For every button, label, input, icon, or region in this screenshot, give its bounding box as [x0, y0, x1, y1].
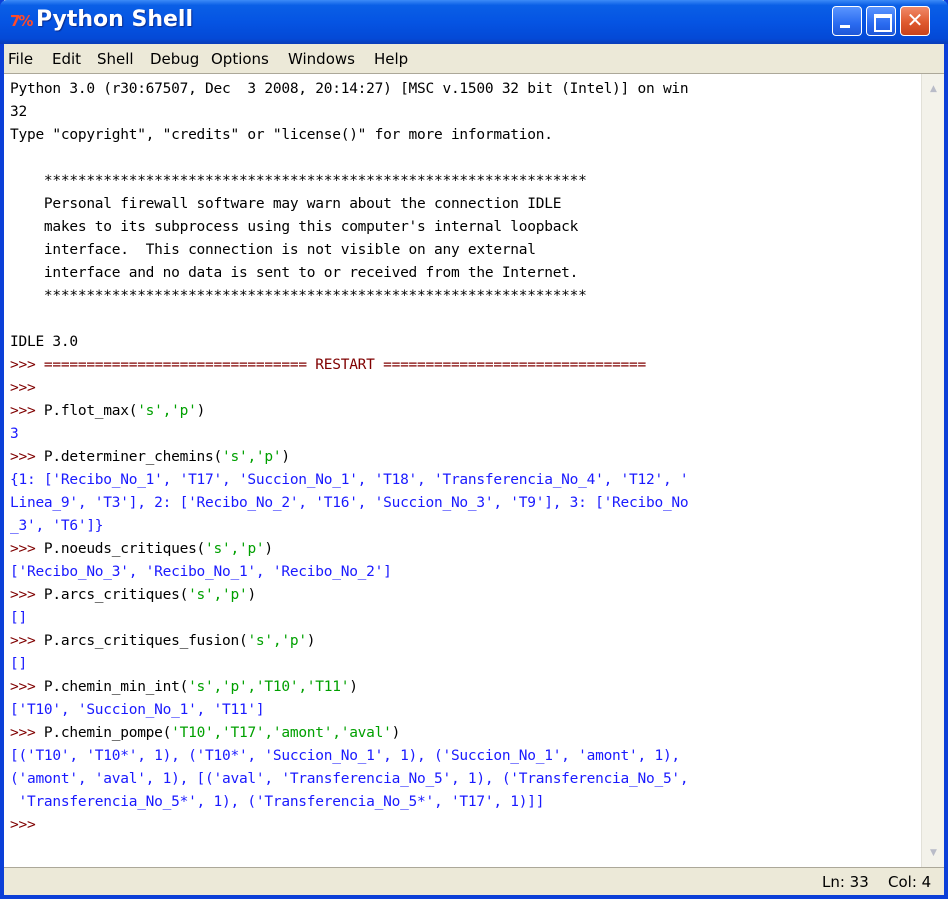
command-args: 's','p': [222, 449, 282, 465]
command-line: >>> P.chemin_min_int('s','p','T10','T11'…: [10, 679, 358, 695]
command-call: P.flot_max(: [43, 403, 138, 419]
command-line: >>> P.chemin_pompe('T10','T17','amont','…: [10, 725, 400, 741]
header-line: 32: [10, 104, 27, 120]
output-line: ('amont', 'aval', 1), [('aval', 'Transfe…: [10, 771, 689, 787]
banner-line: makes to its subprocess using this compu…: [10, 219, 579, 235]
command-line: >>> P.determiner_chemins('s','p'): [10, 449, 290, 465]
command-line: >>> P.noeuds_critiques('s','p'): [10, 541, 273, 557]
current-prompt-line[interactable]: >>>: [10, 817, 44, 833]
command-call: P.noeuds_critiques(: [43, 541, 206, 557]
command-close: ): [306, 633, 316, 649]
command-close: ): [196, 403, 206, 419]
command-args: 's','p','T10','T11': [188, 679, 350, 695]
maximize-button[interactable]: [866, 6, 896, 36]
command-call: P.chemin_min_int(: [43, 679, 189, 695]
menu-debug[interactable]: Debug: [150, 50, 199, 68]
menu-shell[interactable]: Shell: [97, 50, 134, 68]
banner-stars: ****************************************…: [10, 288, 587, 304]
empty-prompt-line: >>>: [10, 380, 44, 396]
command-close: ): [349, 679, 358, 695]
shell-prompt: >>>: [10, 679, 44, 695]
title-bar[interactable]: 7% Python Shell ✕: [0, 0, 948, 44]
banner-line: interface. This connection is not visibl…: [10, 242, 536, 258]
shell-prompt: >>>: [10, 541, 44, 557]
output-line: ['Recibo_No_3', 'Recibo_No_1', 'Recibo_N…: [10, 564, 392, 580]
output-line: []: [10, 656, 27, 672]
output-line: _3', 'T6']}: [10, 518, 104, 534]
command-close: ): [247, 587, 256, 603]
line-number-status: Ln: 33: [822, 873, 869, 891]
idle-version: IDLE 3.0: [10, 334, 78, 350]
command-call: P.arcs_critiques_fusion(: [43, 633, 248, 649]
window-title: Python Shell: [36, 7, 193, 32]
idle-logo-icon: 7%: [10, 12, 34, 30]
output-line: 3: [10, 426, 19, 442]
menu-help[interactable]: Help: [374, 50, 408, 68]
shell-prompt: >>>: [10, 725, 44, 741]
shell-prompt: >>>: [10, 380, 44, 396]
command-call: P.determiner_chemins(: [43, 449, 222, 465]
command-args: 's','p': [188, 587, 248, 603]
menu-windows[interactable]: Windows: [288, 50, 355, 68]
menu-file[interactable]: File: [8, 50, 33, 68]
maximize-icon: [874, 14, 892, 32]
scroll-down-arrow-icon[interactable]: ▼: [924, 844, 943, 863]
shell-prompt: >>>: [10, 587, 44, 603]
banner-line: interface and no data is sent to or rece…: [10, 265, 579, 281]
command-args: 's','p': [137, 403, 197, 419]
command-close: ): [281, 449, 290, 465]
output-line: 'Transferencia_No_5*', 1), ('Transferenc…: [10, 794, 545, 810]
command-line: >>> P.flot_max('s','p'): [10, 403, 205, 419]
command-line: >>> P.arcs_critiques('s','p'): [10, 587, 256, 603]
vertical-scrollbar[interactable]: ▲ ▼: [921, 74, 944, 867]
output-line: ['T10', 'Succion_No_1', 'T11']: [10, 702, 265, 718]
restart-line: >>> =============================== REST…: [10, 357, 646, 373]
close-icon: ✕: [906, 8, 924, 32]
shell-prompt: >>>: [10, 403, 44, 419]
banner-line: Personal firewall software may warn abou…: [10, 196, 562, 212]
header-line: Python 3.0 (r30:67507, Dec 3 2008, 20:14…: [10, 81, 689, 97]
menu-options[interactable]: Options: [211, 50, 269, 68]
status-bar: Ln: 33 Col: 4: [4, 867, 944, 895]
close-button[interactable]: ✕: [900, 6, 930, 36]
minimize-icon: [840, 25, 850, 28]
python-shell-window: 7% Python Shell ✕ File Edit Shell Debug …: [0, 0, 948, 899]
minimize-button[interactable]: [832, 6, 862, 36]
command-args: 'T10','T17','amont','aval': [171, 725, 392, 741]
restart-banner: =============================== RESTART …: [43, 357, 646, 373]
command-args: 's','p': [205, 541, 265, 557]
command-close: ): [391, 725, 401, 741]
command-line: >>> P.arcs_critiques_fusion('s','p'): [10, 633, 316, 649]
output-line: Linea_9', 'T3'], 2: ['Recibo_No_2', 'T16…: [10, 495, 689, 511]
shell-prompt: >>>: [10, 817, 44, 833]
command-close: ): [264, 541, 273, 557]
output-line: {1: ['Recibo_No_1', 'T17', 'Succion_No_1…: [10, 472, 689, 488]
shell-prompt: >>>: [10, 633, 44, 649]
command-call: P.chemin_pompe(: [43, 725, 172, 741]
shell-prompt: >>>: [10, 449, 44, 465]
output-line: []: [10, 610, 27, 626]
shell-text-area[interactable]: Python 3.0 (r30:67507, Dec 3 2008, 20:14…: [4, 74, 921, 867]
menu-edit[interactable]: Edit: [52, 50, 81, 68]
scroll-up-arrow-icon[interactable]: ▲: [924, 80, 943, 99]
header-line: Type "copyright", "credits" or "license(…: [10, 127, 553, 143]
menu-bar: File Edit Shell Debug Options Windows He…: [4, 44, 944, 74]
output-line: [('T10', 'T10*', 1), ('T10*', 'Succion_N…: [10, 748, 680, 764]
shell-prompt: >>>: [10, 357, 44, 373]
column-number-status: Col: 4: [888, 873, 932, 891]
command-call: P.arcs_critiques(: [43, 587, 189, 603]
banner-stars: ****************************************…: [10, 173, 587, 189]
command-args: 's','p': [247, 633, 307, 649]
